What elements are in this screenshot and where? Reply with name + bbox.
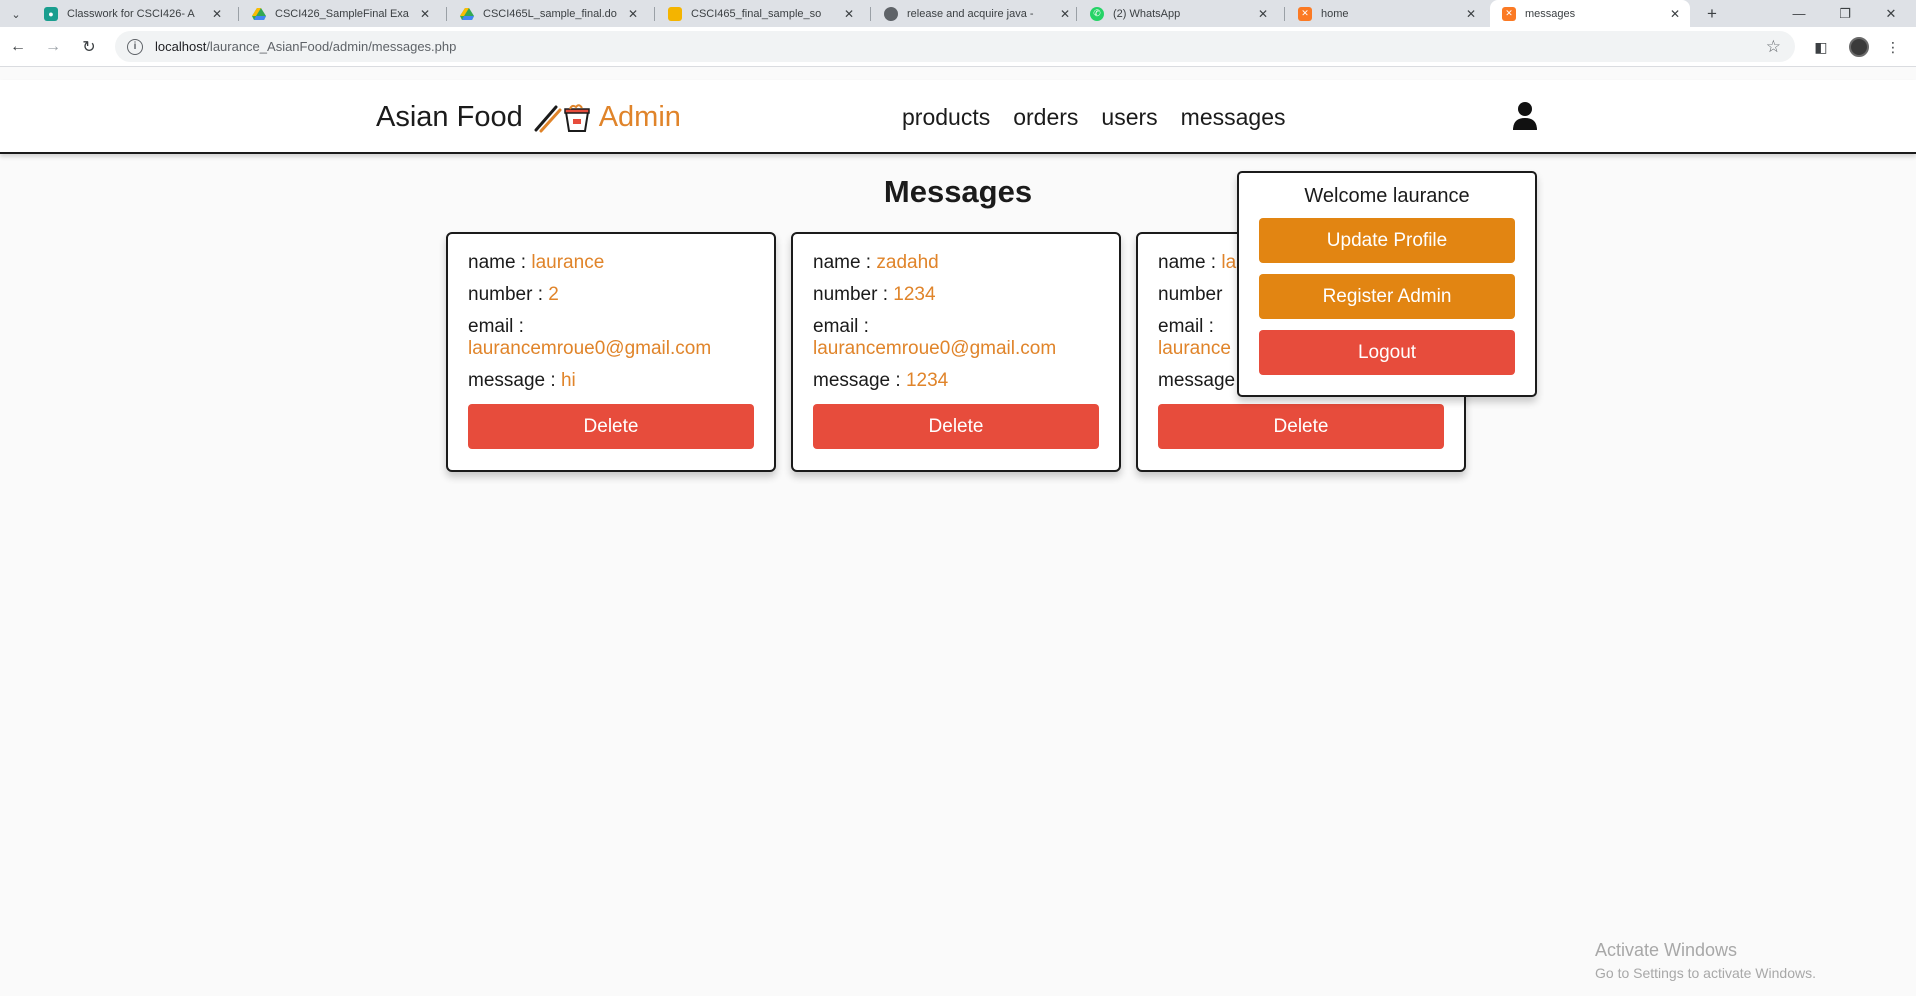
message-card: name : laurance number : 2 email : lauran… — [446, 232, 776, 472]
browser-menu-icon[interactable]: ⋮ — [1880, 34, 1906, 60]
site-logo[interactable]: Asian Food Admin — [376, 101, 681, 134]
browser-tab[interactable]: CSCI426_SampleFinal Exa ✕ — [240, 0, 440, 27]
globe-icon — [884, 6, 898, 21]
browser-tab-active[interactable]: ✕ messages ✕ — [1490, 0, 1690, 27]
name-row: name : laurance — [468, 252, 605, 273]
tab-title: CSCI426_SampleFinal Exa — [275, 7, 409, 20]
nav-orders[interactable]: orders — [1013, 104, 1078, 131]
tab-title: CSCI465L_sample_final.do — [483, 7, 617, 20]
browser-tab[interactable]: release and acquire java - ✕ — [872, 0, 1080, 27]
register-admin-button[interactable]: Register Admin — [1259, 274, 1515, 319]
chopsticks-noodle-box-icon — [532, 103, 592, 133]
browser-tab[interactable]: ✆ (2) WhatsApp ✕ — [1078, 0, 1278, 27]
drive-icon — [252, 7, 266, 21]
tab-title: messages — [1525, 7, 1576, 20]
reload-icon[interactable]: ↻ — [76, 34, 102, 60]
user-icon[interactable] — [1512, 101, 1538, 131]
main-nav: products orders users messages — [902, 104, 1286, 131]
browser-tab[interactable]: CSCI465_final_sample_so ✕ — [656, 0, 864, 27]
number-row: number : 1234 — [813, 284, 936, 305]
tab-search-chevron-icon[interactable]: ⌄ — [4, 3, 28, 25]
profile-dropdown: Welcome laurance Update Profile Register… — [1237, 171, 1537, 397]
url-text: localhost/laurance_AsianFood/admin/messa… — [155, 39, 457, 54]
activate-windows-hint: Go to Settings to activate Windows. — [1595, 965, 1816, 981]
logout-button[interactable]: Logout — [1259, 330, 1515, 375]
message-card: name : zadahd number : 1234 email : laura… — [791, 232, 1121, 472]
classroom-icon: ● — [44, 6, 58, 21]
restore-icon[interactable]: ❐ — [1822, 0, 1868, 27]
close-tab-icon[interactable]: ✕ — [626, 7, 640, 21]
xampp-icon: ✕ — [1502, 6, 1516, 21]
tab-title: (2) WhatsApp — [1113, 7, 1181, 20]
site-info-icon[interactable]: i — [127, 38, 143, 55]
logo-admin-text: Admin — [598, 101, 681, 133]
tab-title: release and acquire java - — [907, 7, 1034, 20]
whatsapp-icon: ✆ — [1090, 6, 1104, 21]
side-panel-icon[interactable]: ◧ — [1808, 34, 1834, 60]
minimize-icon[interactable]: — — [1776, 0, 1822, 27]
profile-avatar-icon[interactable] — [1846, 34, 1872, 60]
folder-icon — [668, 6, 682, 21]
drive-icon — [460, 7, 474, 21]
delete-button[interactable]: Delete — [468, 404, 754, 449]
logo-text: Asian Food — [376, 101, 523, 133]
close-tab-icon[interactable]: ✕ — [1058, 7, 1072, 21]
browser-toolbar: ← → ↻ i localhost/laurance_AsianFood/adm… — [0, 27, 1916, 67]
delete-button[interactable]: Delete — [813, 404, 1099, 449]
browser-tab[interactable]: CSCI465L_sample_final.do ✕ — [448, 0, 648, 27]
close-window-icon[interactable]: ✕ — [1868, 0, 1914, 27]
tab-title: CSCI465_final_sample_so — [691, 7, 822, 20]
back-arrow-icon[interactable]: ← — [5, 34, 31, 60]
browser-tab[interactable]: ● Classwork for CSCI426- A ✕ — [32, 0, 232, 27]
nav-products[interactable]: products — [902, 104, 990, 131]
number-row: number : 2 — [468, 284, 559, 305]
email-row: email : laurancemroue0@gmail.com — [468, 316, 712, 359]
welcome-text: Welcome laurance — [1304, 185, 1470, 207]
browser-tab[interactable]: ✕ home ✕ — [1286, 0, 1486, 27]
tab-title: Classwork for CSCI426- A — [67, 7, 195, 20]
xampp-icon: ✕ — [1298, 6, 1312, 21]
close-tab-icon[interactable]: ✕ — [418, 7, 432, 21]
browser-tabstrip: ⌄ ● Classwork for CSCI426- A ✕ CSCI426_S… — [0, 0, 1916, 27]
message-row: message : 1234 — [813, 370, 949, 391]
message-row: message : hi — [468, 370, 576, 391]
close-tab-icon[interactable]: ✕ — [210, 7, 224, 21]
email-row: email : laurancemroue0@gmail.com — [813, 316, 1057, 359]
close-tab-icon[interactable]: ✕ — [1256, 7, 1270, 21]
forward-arrow-icon[interactable]: → — [40, 34, 66, 60]
address-bar[interactable]: i localhost/laurance_AsianFood/admin/mes… — [115, 31, 1795, 62]
bookmark-star-icon[interactable]: ☆ — [1766, 37, 1781, 57]
nav-messages[interactable]: messages — [1181, 104, 1286, 131]
close-tab-icon[interactable]: ✕ — [1668, 7, 1682, 21]
tab-title: home — [1321, 7, 1349, 20]
close-tab-icon[interactable]: ✕ — [842, 7, 856, 21]
new-tab-button[interactable]: + — [1700, 2, 1724, 26]
activate-windows-watermark: Activate Windows — [1595, 940, 1738, 960]
page-title: Messages — [883, 174, 1033, 209]
close-tab-icon[interactable]: ✕ — [1464, 7, 1478, 21]
site-header: Asian Food Admin products orders users m… — [0, 80, 1916, 154]
update-profile-button[interactable]: Update Profile — [1259, 218, 1515, 263]
nav-users[interactable]: users — [1101, 104, 1157, 131]
name-row: name : zadahd — [813, 252, 939, 273]
delete-button[interactable]: Delete — [1158, 404, 1444, 449]
